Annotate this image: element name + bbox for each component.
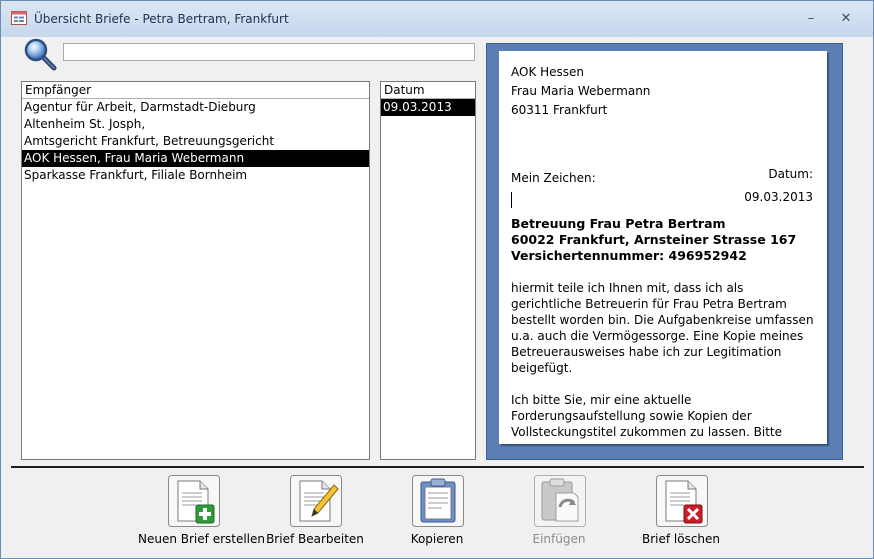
search-input[interactable]	[63, 43, 475, 61]
title-bar[interactable]: Übersicht Briefe - Petra Bertram, Frankf…	[1, 1, 873, 37]
address-line: Frau Maria Webermann	[511, 84, 651, 98]
edit-document-icon	[290, 475, 342, 527]
date-label: Datum:	[768, 167, 813, 181]
list-item-selected[interactable]: AOK Hessen, Frau Maria Webermann	[22, 150, 369, 167]
letter-paragraph: Ich bitte Sie, mir eine aktuelle Forderu…	[511, 393, 782, 439]
close-button[interactable]: ✕	[836, 10, 856, 28]
subject-line: Betreuung Frau Petra Bertram	[511, 216, 726, 231]
edit-letter-button[interactable]: Brief Bearbeiten	[260, 475, 370, 546]
magnifier-icon[interactable]	[22, 37, 58, 71]
letter-paragraph: hiermit teile ich Ihnen mit, dass ich al…	[511, 281, 814, 375]
window-title: Übersicht Briefe - Petra Bertram, Frankf…	[34, 12, 289, 26]
paste-button[interactable]: Einfügen	[504, 475, 614, 546]
text-cursor	[511, 192, 512, 208]
letters-overview-window: Übersicht Briefe - Petra Bertram, Frankf…	[0, 0, 874, 559]
subject-line: Versichertennummer: 496952942	[511, 248, 747, 263]
delete-letter-label: Brief löschen	[641, 532, 721, 546]
copy-label: Kopieren	[410, 532, 464, 546]
divider	[11, 466, 864, 468]
letter-page[interactable]: AOK Hessen Frau Maria Webermann 60311 Fr…	[499, 51, 827, 444]
delete-letter-button[interactable]: Brief löschen	[626, 475, 736, 546]
list-item[interactable]: Amtsgericht Frankfurt, Betreuungsgericht	[22, 133, 369, 150]
letter-preview: AOK Hessen Frau Maria Webermann 60311 Fr…	[486, 43, 843, 460]
delete-document-icon	[656, 475, 708, 527]
paste-label: Einfügen	[532, 532, 586, 546]
dates-header[interactable]: Datum	[381, 82, 475, 99]
list-item-selected[interactable]: 09.03.2013	[381, 99, 475, 116]
new-document-icon	[168, 475, 220, 527]
minimize-button[interactable]: –	[801, 10, 821, 28]
subject-line: 60022 Frankfurt, Arnsteiner Strasse 167	[511, 232, 797, 247]
edit-letter-label: Brief Bearbeiten	[266, 532, 364, 546]
recipients-header[interactable]: Empfänger	[22, 82, 369, 99]
letter-date: 09.03.2013	[744, 190, 813, 204]
new-letter-button[interactable]: Neuen Brief erstellen	[138, 475, 266, 546]
copy-button[interactable]: Kopieren	[382, 475, 492, 546]
address-line: 60311 Frankfurt	[511, 103, 608, 117]
list-item[interactable]: Altenheim St. Josph,	[22, 116, 369, 133]
my-reference-label: Mein Zeichen:	[511, 171, 596, 185]
list-item[interactable]: Agentur für Arbeit, Darmstadt-Dieburg	[22, 99, 369, 116]
form-icon	[11, 11, 27, 25]
new-letter-label: Neuen Brief erstellen	[138, 532, 266, 546]
address-line: AOK Hessen	[511, 65, 585, 79]
dates-list[interactable]: Datum 09.03.2013	[380, 81, 476, 460]
list-item[interactable]: Sparkasse Frankfurt, Filiale Bornheim	[22, 167, 369, 184]
paste-icon	[534, 475, 586, 527]
clipboard-icon	[412, 475, 464, 527]
recipients-list[interactable]: Empfänger Agentur für Arbeit, Darmstadt-…	[21, 81, 370, 460]
